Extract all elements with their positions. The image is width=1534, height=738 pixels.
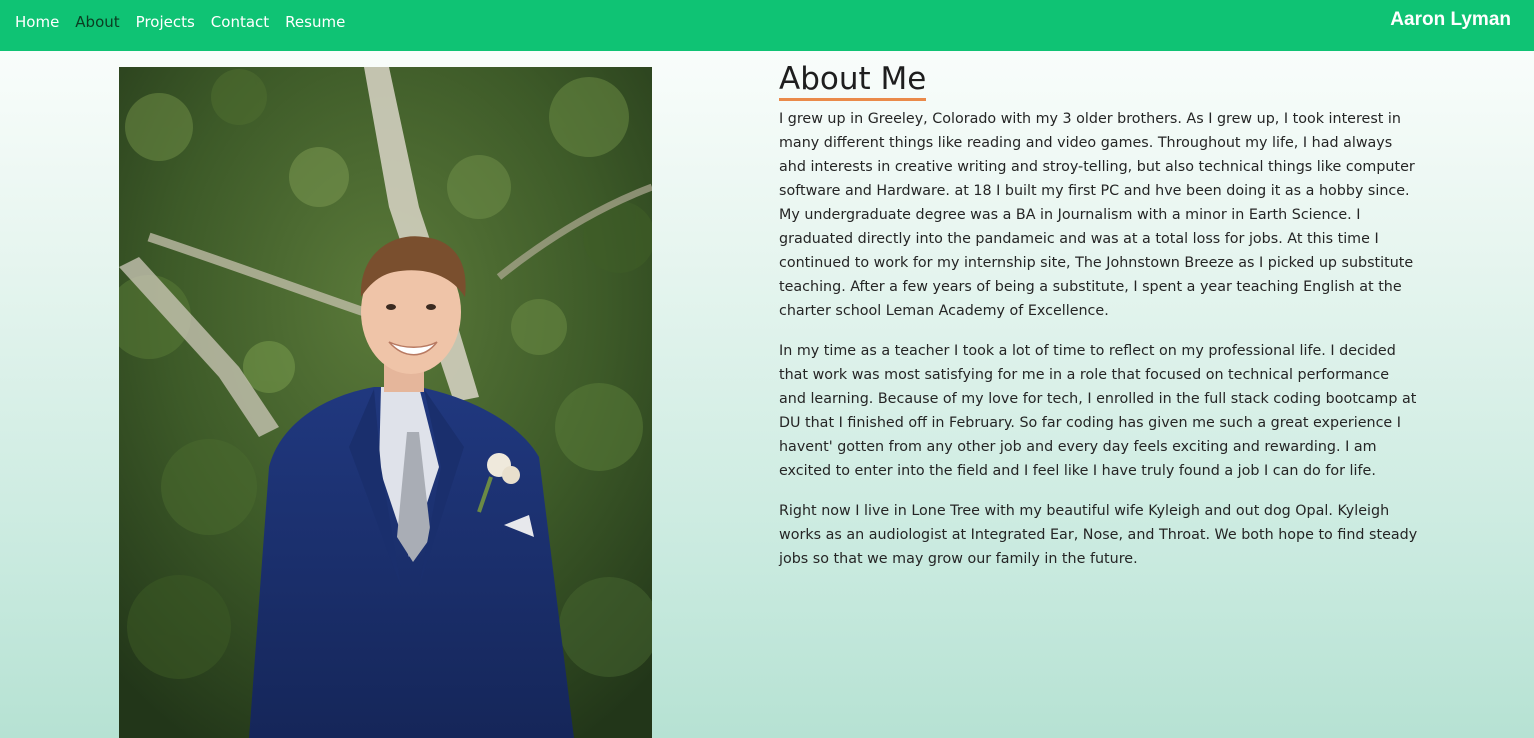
site-brand: Aaron Lyman bbox=[1390, 9, 1511, 30]
about-section: About Me I grew up in Greeley, Colorado … bbox=[779, 60, 1419, 571]
nav-link-contact[interactable]: Contact bbox=[211, 13, 269, 31]
about-paragraph-1: I grew up in Greeley, Colorado with my 3… bbox=[779, 111, 1415, 319]
nav-link-resume[interactable]: Resume bbox=[285, 13, 345, 31]
about-paragraph-3: Right now I live in Lone Tree with my be… bbox=[779, 503, 1418, 567]
nav-link-home[interactable]: Home bbox=[15, 13, 59, 31]
top-navbar: Home About Projects Contact Resume Aaron… bbox=[0, 0, 1534, 51]
about-heading: About Me bbox=[779, 60, 927, 101]
nav-link-projects[interactable]: Projects bbox=[136, 13, 195, 31]
portrait-illustration bbox=[119, 67, 652, 738]
portrait-photo bbox=[119, 67, 652, 738]
nav-links: Home About Projects Contact Resume bbox=[15, 13, 345, 31]
about-paragraph-2: In my time as a teacher I took a lot of … bbox=[779, 343, 1417, 479]
nav-link-about[interactable]: About bbox=[75, 13, 119, 31]
